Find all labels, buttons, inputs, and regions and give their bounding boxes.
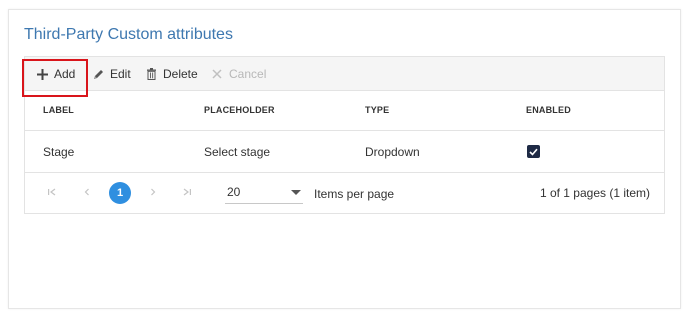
current-page-button[interactable]: 1 bbox=[109, 182, 131, 204]
cancel-button[interactable]: Cancel bbox=[211, 57, 266, 91]
cell-placeholder: Select stage bbox=[204, 145, 271, 159]
prev-page-icon[interactable] bbox=[80, 187, 94, 200]
column-header-type[interactable]: TYPE bbox=[365, 105, 389, 115]
pencil-icon bbox=[92, 68, 104, 80]
column-header-enabled[interactable]: ENABLED bbox=[526, 105, 571, 115]
last-page-icon[interactable] bbox=[180, 187, 194, 200]
grid-header: LABEL PLACEHOLDER TYPE ENABLED bbox=[25, 91, 664, 131]
items-per-page-value: 20 bbox=[227, 184, 241, 199]
add-label: Add bbox=[54, 67, 76, 81]
trash-icon bbox=[145, 68, 157, 80]
pager: 1 20 Items per page 1 of 1 pages (1 item… bbox=[25, 174, 664, 214]
x-icon bbox=[211, 68, 223, 80]
first-page-icon[interactable] bbox=[45, 187, 59, 200]
add-button[interactable]: Add bbox=[36, 57, 75, 91]
cell-type: Dropdown bbox=[365, 145, 420, 159]
grid-toolbar: Add Edit Delete Cancel bbox=[22, 57, 664, 97]
items-per-page-label: Items per page bbox=[314, 187, 395, 201]
edit-label: Edit bbox=[110, 67, 131, 81]
panel-title: Third-Party Custom attributes bbox=[24, 26, 233, 43]
table-row[interactable]: Stage Select stage Dropdown bbox=[25, 132, 664, 173]
attributes-panel: Third-Party Custom attributes Add Edit D… bbox=[8, 9, 681, 309]
caret-down-icon bbox=[291, 190, 301, 195]
plus-icon bbox=[36, 68, 48, 80]
check-icon bbox=[529, 148, 538, 156]
attributes-grid: Add Edit Delete Cancel LABEL PLACEHOLDER… bbox=[22, 56, 665, 214]
edit-button[interactable]: Edit bbox=[92, 57, 131, 91]
column-header-placeholder[interactable]: PLACEHOLDER bbox=[204, 105, 275, 115]
items-per-page-select[interactable]: 20 bbox=[225, 180, 303, 204]
column-header-label[interactable]: LABEL bbox=[43, 105, 74, 115]
enabled-checkbox[interactable] bbox=[527, 145, 540, 158]
delete-button[interactable]: Delete bbox=[145, 57, 198, 91]
page-info: 1 of 1 pages (1 item) bbox=[539, 186, 650, 200]
cancel-label: Cancel bbox=[229, 67, 267, 81]
next-page-icon[interactable] bbox=[146, 187, 160, 200]
delete-label: Delete bbox=[163, 67, 198, 81]
cell-label: Stage bbox=[43, 145, 75, 159]
